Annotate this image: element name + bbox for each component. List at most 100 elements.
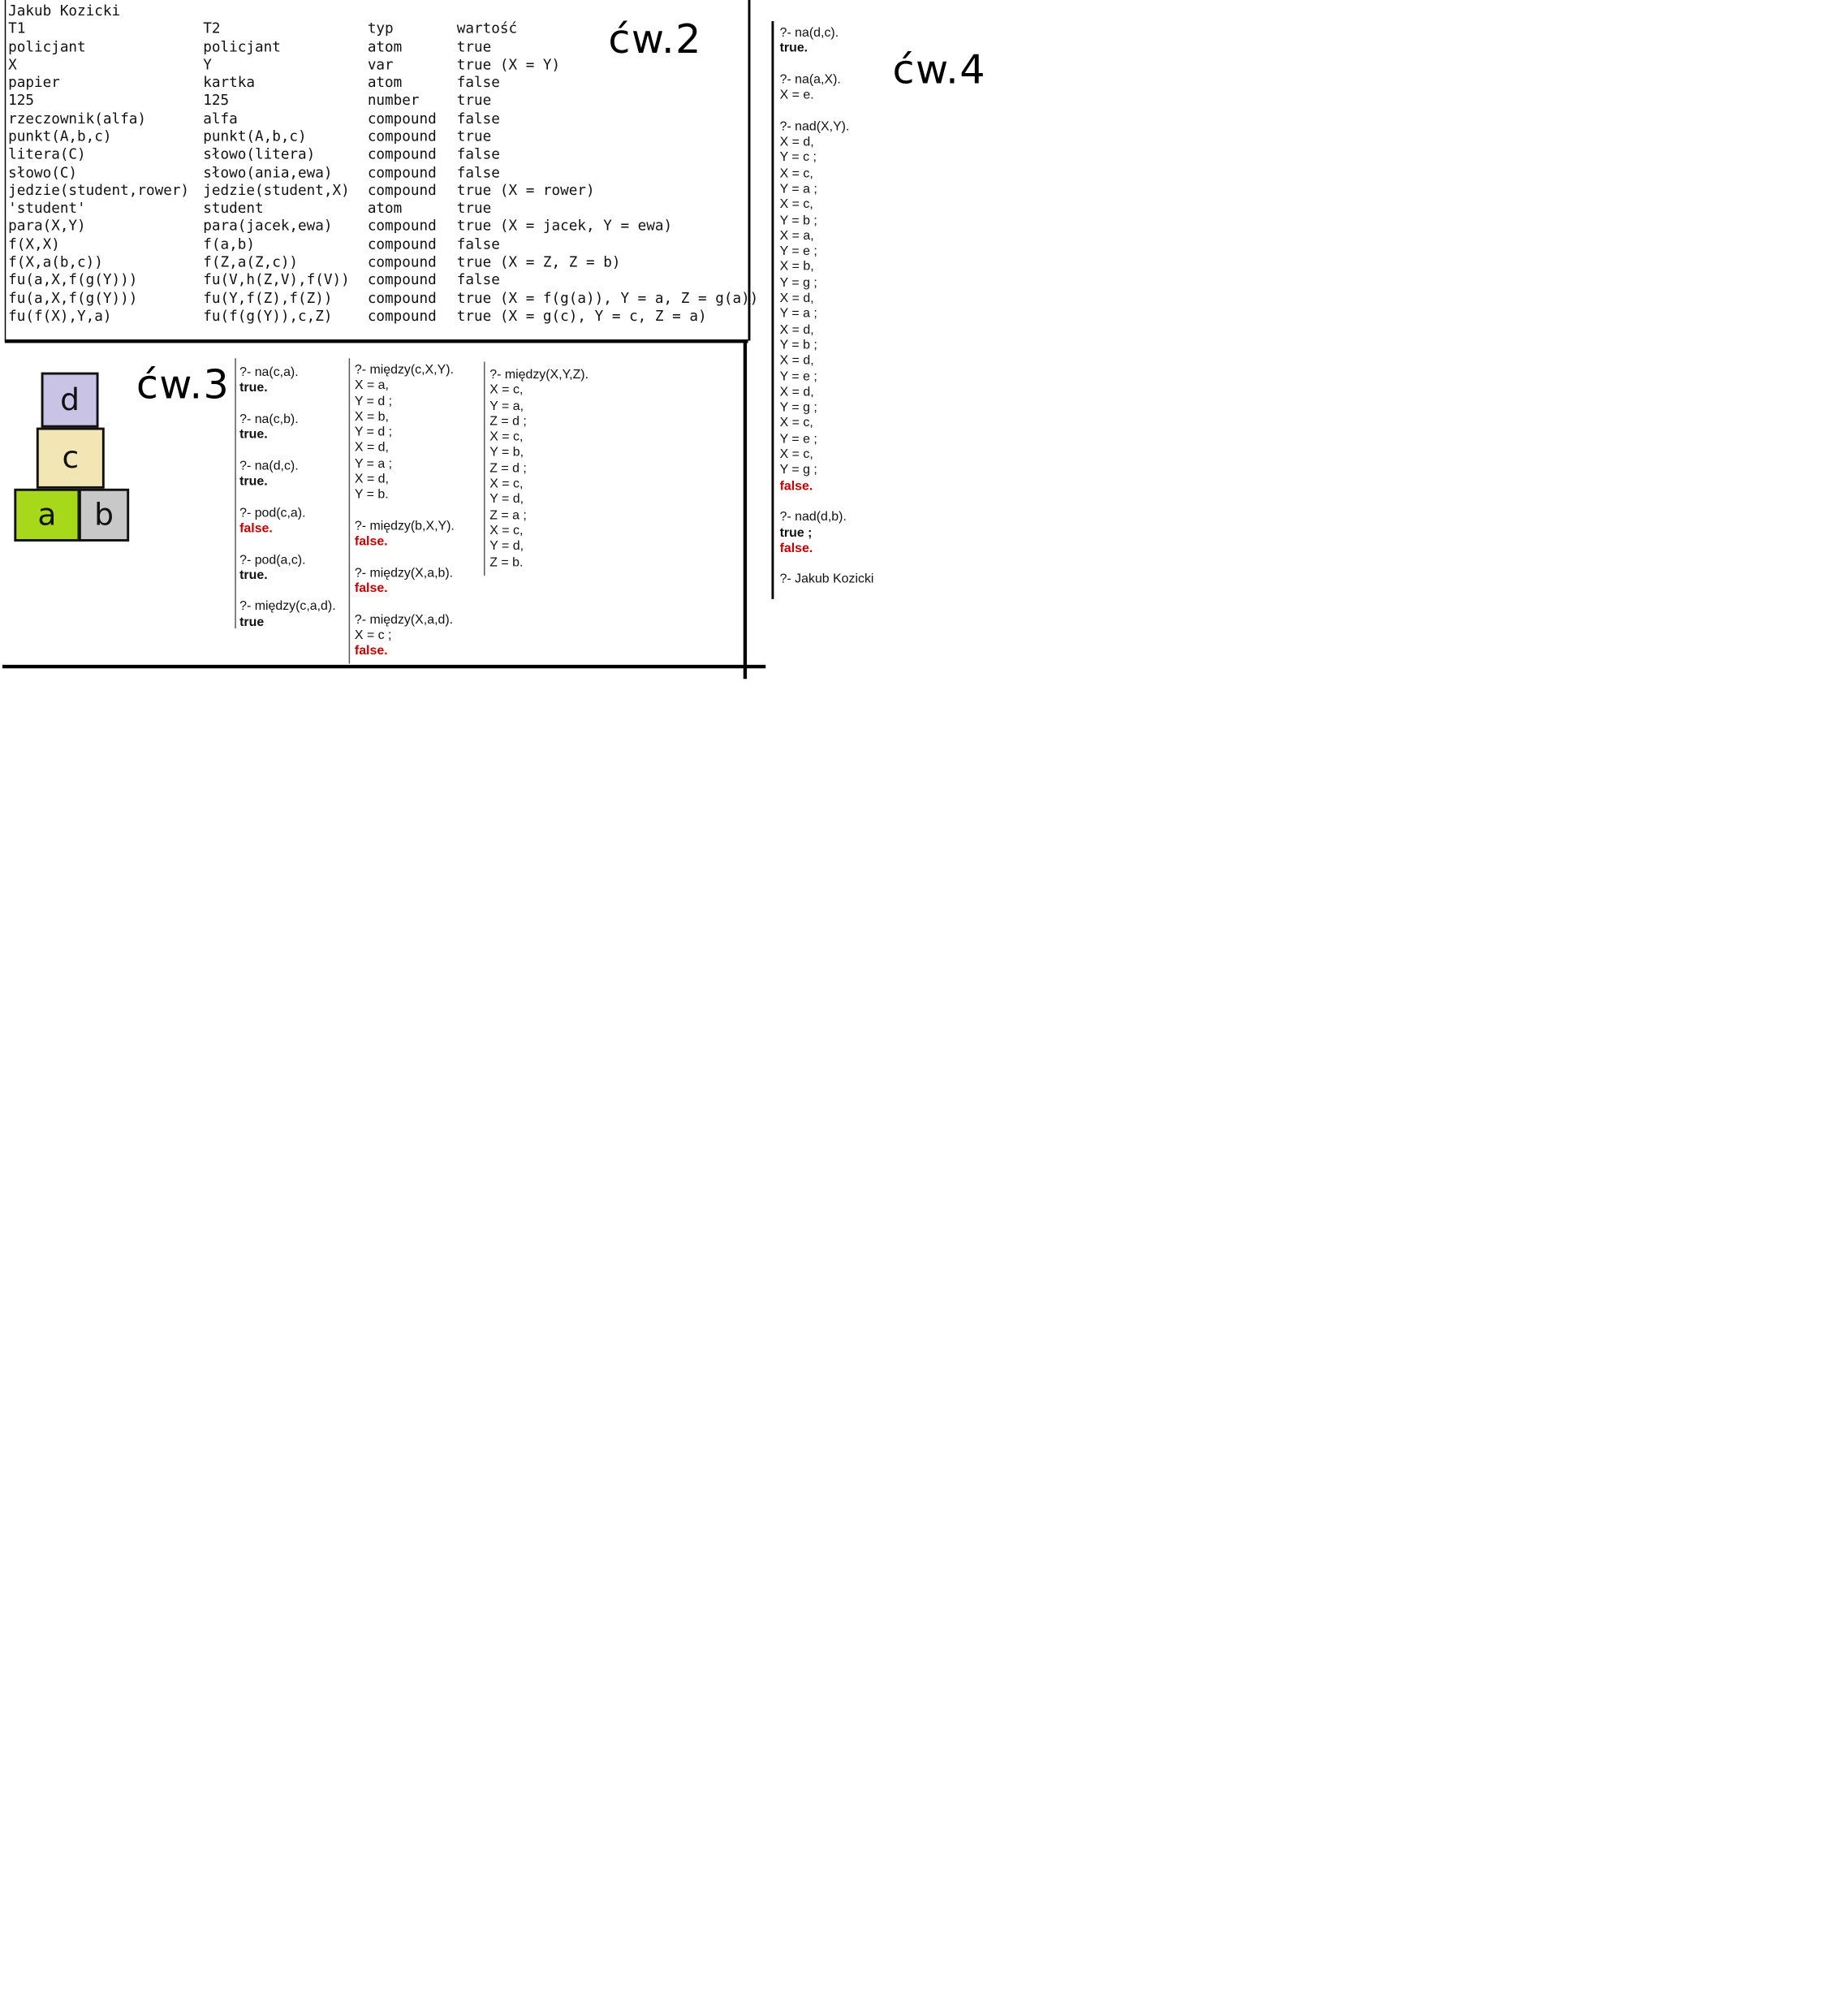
binding-line: Z = d ;	[489, 461, 527, 476]
table-cell: compound	[367, 289, 437, 307]
table-cell: compound	[367, 110, 437, 127]
table-cell: X	[8, 56, 17, 73]
binding-line: Y = b ;	[779, 338, 817, 352]
table-cell: false	[456, 271, 500, 288]
binding-line: Y = a ;	[779, 182, 817, 196]
binding-line: X = c,	[489, 383, 524, 398]
table-header-wartosc: wartość	[456, 19, 518, 37]
cw3-answer: true.	[239, 474, 268, 489]
binding-line: X = c,	[489, 430, 524, 445]
block-a: a	[14, 488, 80, 542]
table-cell: compound	[367, 307, 437, 325]
cw4-q5: ?- Jakub Kozicki	[779, 572, 874, 587]
table-cell: compound	[367, 235, 437, 253]
binding-line: Z = a ;	[489, 507, 527, 523]
table-cell: student	[203, 200, 264, 217]
table-cell: f(Z,a(Z,c))	[203, 253, 299, 270]
binding-line: Y = c ;	[779, 150, 817, 166]
cw3-q4: ?- między(X,a,d).	[354, 612, 454, 628]
table-cell: compound	[367, 163, 437, 181]
table-cell: compound	[367, 218, 437, 235]
binding-line: Y = b ;	[779, 213, 817, 228]
cw3-answer: false.	[239, 521, 273, 536]
divider-main-vertical	[743, 343, 748, 680]
binding-line: X = d,	[354, 472, 389, 487]
table-cell: słowo(litera)	[203, 145, 316, 163]
binding-line: Y = d,	[489, 492, 524, 507]
binding-line: X = c,	[779, 197, 813, 212]
table-cell: f(X,a(b,c))	[8, 253, 103, 270]
cw3-query: ?- na(c,b).	[239, 412, 299, 426]
table-cell: policjant	[203, 38, 281, 55]
table-cell: atom	[367, 74, 403, 91]
block-b: b	[78, 488, 130, 542]
table-cell: litera(C)	[8, 145, 86, 163]
table-cell: słowo(C)	[8, 163, 78, 181]
cw3-query: ?- na(d,c).	[239, 459, 299, 473]
table-cell: punkt(A,b,c)	[203, 127, 307, 145]
divider-left-top	[4, 0, 6, 341]
table-cell: compound	[367, 182, 437, 199]
binding-line: Y = g ;	[779, 463, 817, 477]
table-cell: true (X = Y)	[456, 56, 561, 73]
table-cell: jedzie(student,X)	[203, 182, 350, 199]
cw3-answer: true.	[239, 381, 268, 395]
cw3-col3: ?- między(X,Y,Z). X = c, Y = a, Z = d ; X =…	[489, 368, 588, 571]
cw3-answer: true.	[239, 427, 268, 442]
label-cw4: ćw.4	[892, 46, 986, 94]
binding-line: Y = b.	[354, 487, 389, 503]
table-cell: alfa	[203, 110, 238, 127]
binding-line: X = a,	[779, 228, 814, 244]
binding-line: Y = d,	[489, 539, 524, 554]
table-cell: jedzie(student,rower)	[8, 182, 190, 199]
cw3-col3-query: ?- między(X,Y,Z).	[489, 367, 589, 382]
table-cell: true	[456, 92, 492, 109]
cw4-q4-false: false.	[779, 541, 813, 555]
binding-line: X = c,	[489, 477, 524, 491]
table-cell: true (X = Z, Z = b)	[456, 253, 621, 270]
table-header-t1: T1	[8, 19, 26, 37]
table-cell: false	[456, 110, 500, 127]
table-cell: true	[456, 200, 492, 217]
binding-line: X = c,	[489, 524, 524, 538]
table-cell: słowo(ania,ewa)	[203, 163, 333, 181]
binding-line: X = c,	[779, 447, 813, 462]
cw3-col1: ?- na(c,a). true. ?- na(c,b). true. ?- na(d,…	[239, 365, 336, 646]
table-cell: 'student'	[8, 200, 86, 217]
binding-line: Z = d ;	[489, 414, 527, 429]
table-cell: true (X = g(c), Y = c, Z = a)	[456, 307, 707, 325]
cw3-answer: true	[239, 615, 265, 630]
table-cell: false	[456, 163, 500, 181]
cw3-col2-rule	[348, 358, 351, 664]
cw3-q2-answer: false.	[354, 534, 388, 549]
cw3-q4-answer: false.	[354, 644, 388, 658]
table-cell: compound	[367, 145, 437, 163]
table-cell: number	[367, 92, 420, 109]
binding-line: Y = d ;	[354, 394, 393, 408]
table-cell: true (X = f(g(a)), Y = a, Z = g(a))	[456, 289, 759, 307]
binding-line: Y = d ;	[354, 425, 393, 440]
cw3-col2: ?- między(c,X,Y). X = a, Y = d ; X = b, Y =…	[355, 363, 455, 659]
binding-line: X = d,	[779, 353, 814, 369]
table-cell: true	[456, 38, 492, 55]
label-cw2: ćw.2	[608, 16, 702, 64]
table-cell: compound	[367, 253, 437, 270]
author-header: Jakub Kozicki	[8, 2, 121, 19]
table-header-typ: typ	[367, 19, 394, 37]
binding-line: X = d,	[779, 322, 814, 337]
table-cell: fu(f(g(Y)),c,Z)	[203, 307, 333, 325]
binding-line: Y = g ;	[779, 275, 817, 290]
cw4-q4-true: true ;	[779, 525, 813, 540]
table-cell: false	[456, 145, 500, 163]
cw3-answer: true.	[239, 568, 268, 583]
table-cell: atom	[367, 200, 403, 217]
table-cell: f(a,b)	[203, 235, 255, 253]
cw3-q1: ?- między(c,X,Y).	[354, 363, 454, 378]
binding-line: Y = g ;	[779, 400, 817, 415]
block-d: d	[41, 372, 99, 428]
cw3-col3-rule	[484, 361, 485, 576]
binding-line: X = d,	[779, 385, 814, 399]
table-cell: fu(f(X),Y,a)	[8, 307, 112, 325]
divider-middle	[4, 339, 748, 343]
binding-line: Y = a ;	[779, 307, 817, 322]
